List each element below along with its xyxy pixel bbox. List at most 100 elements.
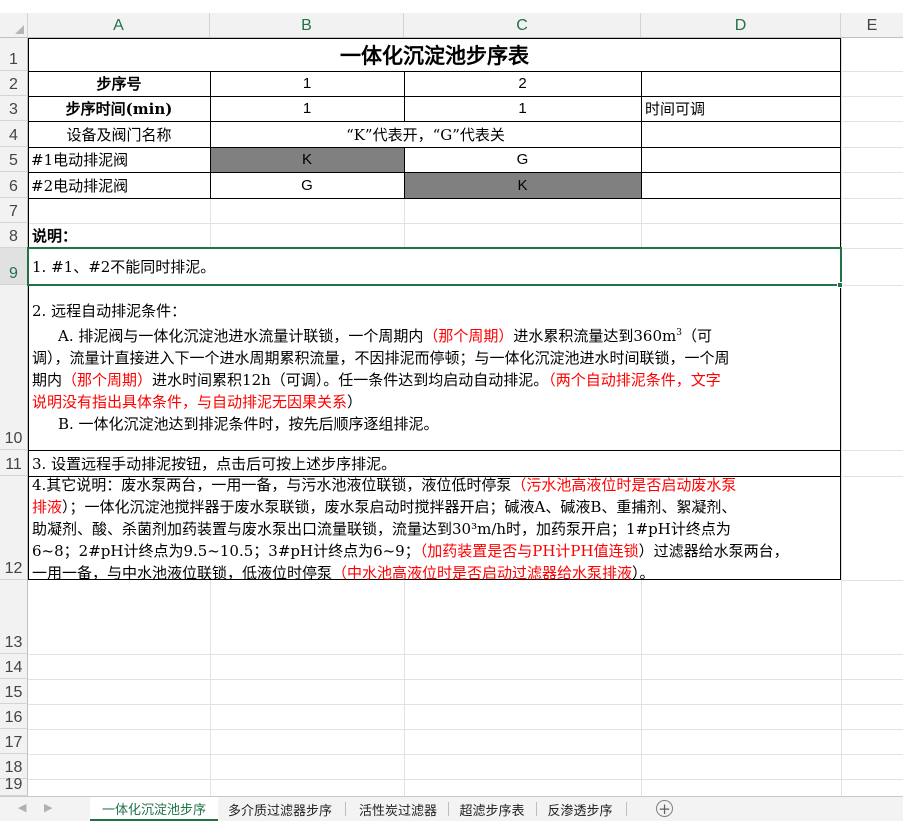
gridline — [841, 147, 903, 148]
cell-a10-line: 2. 远程自动排泥条件： — [32, 302, 187, 320]
text-segment-red: （那个周期） — [62, 371, 153, 389]
gridline — [210, 223, 211, 248]
tab-separator — [448, 802, 449, 816]
select-all-corner[interactable] — [0, 13, 28, 38]
cell-c5[interactable]: G — [404, 147, 641, 172]
cell-b5[interactable]: K — [210, 147, 404, 172]
cell-a2[interactable]: 步序号 — [28, 71, 210, 96]
sheet-tab-2[interactable]: 多介质过滤器步序 — [220, 797, 340, 821]
row-header-15[interactable]: 15 — [0, 679, 28, 704]
fill-handle[interactable] — [837, 282, 843, 288]
gridline — [841, 285, 903, 286]
text-segment: A. 排泥阀与一体化沉淀池进水流量计联锁，一个周期内 — [58, 327, 424, 345]
gridline — [841, 476, 903, 477]
cell-b4-merged[interactable]: “K”代表开，“G”代表关 — [210, 121, 641, 147]
scroll-right-icon[interactable]: ▶ — [44, 801, 52, 814]
row-header-8[interactable]: 8 — [0, 223, 28, 248]
gridline — [404, 580, 405, 796]
row-header-9[interactable]: 9 — [0, 248, 28, 285]
cell-a3[interactable]: 步序时间(min) — [28, 96, 210, 121]
row-header-2[interactable]: 2 — [0, 71, 28, 96]
sheet-tab-1[interactable]: 一体化沉淀池步序 — [90, 797, 218, 821]
gridline — [404, 198, 405, 223]
row-header-11[interactable]: 11 — [0, 450, 28, 476]
cell-a10[interactable]: 2. 远程自动排泥条件： A. 排泥阀与一体化沉淀池进水流量计联锁，一个周期内（… — [32, 300, 838, 448]
scroll-left-icon[interactable]: ◀ — [18, 801, 26, 814]
gridline — [404, 223, 405, 248]
row-header-16[interactable]: 16 — [0, 704, 28, 729]
row-header-7[interactable]: 7 — [0, 198, 28, 223]
cell-c6[interactable]: K — [404, 172, 641, 198]
tab-separator — [536, 802, 537, 816]
cell-c3[interactable]: 1 — [404, 96, 641, 121]
column-header-b[interactable]: B — [210, 13, 404, 38]
cell-c2[interactable]: 2 — [404, 71, 641, 96]
sheet-tab-4[interactable]: 超滤步序表 — [452, 797, 532, 821]
text-segment-red: （两个自动排泥条件，文字 — [548, 371, 721, 389]
cell-b2[interactable]: 1 — [210, 71, 404, 96]
selection-outline — [27, 247, 842, 286]
cell-a10-line: A. 排泥阀与一体化沉淀池进水流量计联锁，一个周期内（那个周期）进水累积流量达到… — [32, 322, 838, 347]
row-header-19[interactable]: 19 — [0, 776, 28, 796]
text-segment: （可 — [681, 327, 712, 345]
gridline — [841, 223, 903, 224]
gridline — [641, 580, 642, 796]
row-header-12[interactable]: 12 — [0, 476, 28, 580]
column-header-e[interactable]: E — [841, 13, 903, 38]
gridline — [641, 198, 642, 223]
text-segment-red: 排液 — [32, 498, 63, 516]
cell-a4[interactable]: 设备及阀门名称 — [28, 121, 210, 147]
cell-a12[interactable]: 4.其它说明：废水泵两台，一用一备，与污水池液位联锁，液位低时停泵（污水池高液位… — [32, 474, 838, 580]
cell-a12-line: 助凝剂、酸、杀菌剂加药装置与废水泵出口流量联锁，流量达到30³m/h时，加药泵开… — [32, 520, 731, 538]
cell-a10-line: 说明没有指出具体条件，与自动排泥无因果关系） — [32, 391, 838, 413]
row-header-4[interactable]: 4 — [0, 121, 28, 147]
gridline — [841, 172, 903, 173]
row-header-1[interactable]: 1 — [0, 38, 28, 71]
cell-a10-line: 期内（那个周期）进水时间累积12h（可调）。任一条件达到均启动自动排泥。（两个自… — [32, 369, 838, 391]
text-segment-red: （那个周期） — [423, 327, 514, 345]
add-sheet-icon[interactable]: + — [656, 800, 673, 817]
gridline — [841, 96, 903, 97]
row-header-14[interactable]: 14 — [0, 654, 28, 679]
column-header-d[interactable]: D — [641, 13, 841, 38]
gridline — [28, 654, 903, 655]
text-segment-red: （污水池高液位时是否启动废水泵 — [511, 476, 737, 494]
row-header-17[interactable]: 17 — [0, 729, 28, 754]
table-border — [28, 198, 841, 199]
sheet-tab-5[interactable]: 反渗透步序 — [540, 797, 620, 821]
gridline — [28, 704, 903, 705]
text-segment-red: （加药装置是否与PH计PH值连锁 — [419, 542, 639, 560]
cell-b6[interactable]: G — [210, 172, 404, 198]
tab-separator — [626, 802, 627, 816]
cell-a12-line: 4.其它说明：废水泵两台，一用一备，与污水池液位联锁，液位低时停泵（污水池高液位… — [32, 474, 838, 496]
cell-d3[interactable]: 时间可调 — [645, 96, 840, 121]
text-segment: 进水累积流量达到360m — [513, 327, 677, 345]
cell-a8[interactable]: 说明： — [32, 223, 210, 248]
row-header-5[interactable]: 5 — [0, 147, 28, 172]
text-segment: 一用一备，与中水池液位联锁，低液位时停泵 — [32, 564, 333, 580]
gridline — [841, 450, 903, 451]
text-segment: 进水时间累积12h（可调）。任一条件达到均启动自动排泥。 — [152, 371, 549, 389]
gridline — [28, 779, 903, 780]
cell-a6[interactable]: #2电动排泥阀 — [31, 172, 210, 198]
gridline — [841, 580, 903, 581]
cell-a11[interactable]: 3. 设置远程手动排泥按钮，点击后可按上述步序排泥。 — [32, 450, 837, 476]
text-segment: ）过滤器给水泵两台， — [638, 542, 789, 560]
cell-a10-line: 调），流量计直接进入下一个进水周期累积流量，不因排泥而停顿；与一体化沉淀池进水时… — [32, 349, 730, 367]
table-border — [641, 71, 642, 198]
gridline — [210, 580, 211, 796]
row-header-13[interactable]: 13 — [0, 580, 28, 654]
column-header-a[interactable]: A — [28, 13, 210, 38]
row-header-3[interactable]: 3 — [0, 96, 28, 121]
column-header-c[interactable]: C — [404, 13, 641, 38]
row-header-6[interactable]: 6 — [0, 172, 28, 198]
sheet-title[interactable]: 一体化沉淀池步序表 — [28, 38, 841, 71]
sheet-tab-3[interactable]: 活性炭过滤器 — [350, 797, 446, 821]
text-segment: 4.其它说明：废水泵两台，一用一备，与污水池液位联锁，液位低时停泵 — [32, 476, 512, 494]
gridline — [28, 754, 903, 755]
cell-b3[interactable]: 1 — [210, 96, 404, 121]
cell-a12-line: 一用一备，与中水池液位联锁，低液位时停泵（中水池高液位时是否启动过滤器给水泵排液… — [32, 562, 838, 580]
row-header-10[interactable]: 10 — [0, 285, 28, 450]
cell-a5[interactable]: #1电动排泥阀 — [31, 147, 210, 172]
gridline — [841, 121, 903, 122]
